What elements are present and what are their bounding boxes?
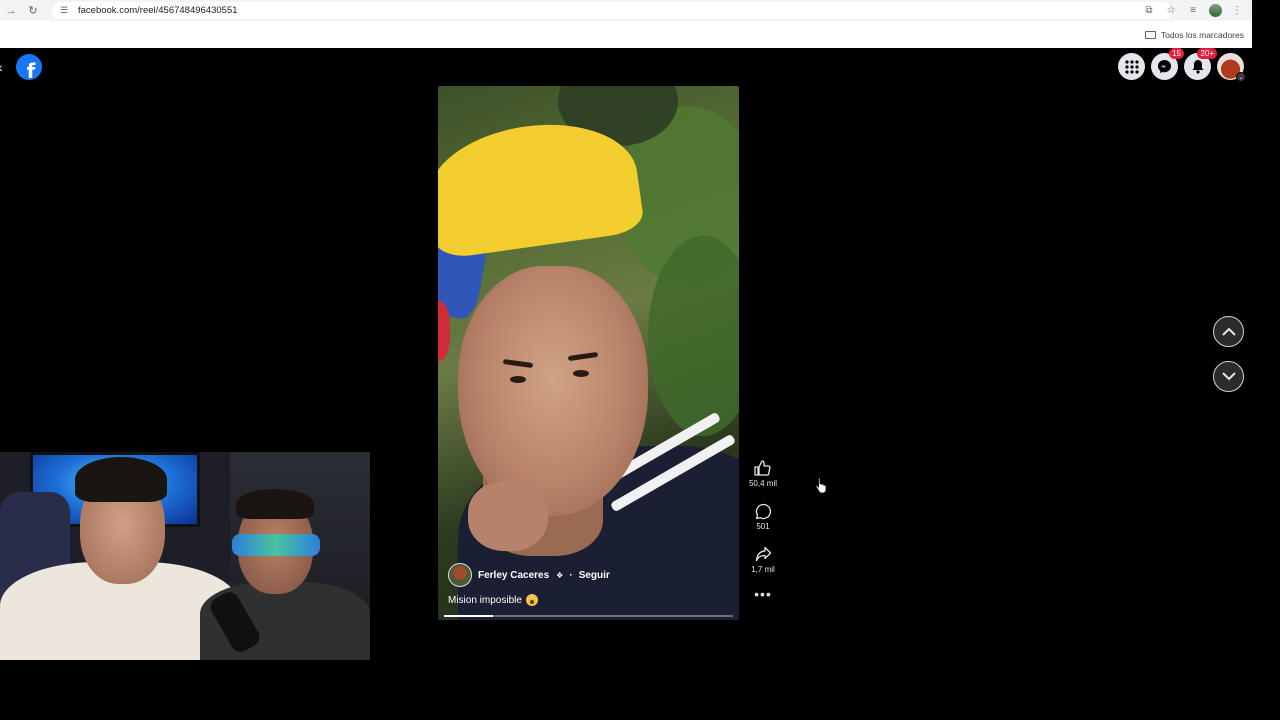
video-progress[interactable] [444,615,733,617]
grid-menu-button[interactable] [1118,53,1145,80]
chevron-down-icon: ⌄ [1236,72,1246,82]
next-reel-button[interactable] [1213,361,1244,392]
video-progress-fill [444,615,494,617]
bookmarks-bar: Todos los marcadores [0,21,1252,48]
verified-icon: ❖ [556,570,564,580]
follow-separator: · [569,569,573,581]
reel-author: Ferley Caceres ❖ · Seguir [448,563,610,587]
star-icon[interactable]: ☆ [1162,2,1180,20]
notifications-badge: 20+ [1197,48,1217,59]
install-app-icon[interactable]: ⧉ [1140,2,1158,20]
url-text[interactable]: facebook.com/reel/456748496430551 [78,5,238,16]
all-bookmarks-folder[interactable]: Todos los marcadores [1144,29,1244,40]
comment-icon [753,501,773,521]
author-name[interactable]: Ferley Caceres [478,570,549,581]
folder-icon [1144,30,1156,39]
reel-video[interactable]: Ferley Caceres ❖ · Seguir Mision imposib… [438,86,739,620]
facebook-header-actions: 15 20+ ⌄ [1118,48,1246,82]
close-reel-icon[interactable]: ‹ [0,59,3,75]
more-options-button[interactable]: ••• [754,587,772,630]
profile-icon[interactable] [1206,2,1224,20]
browser-actions: ⧉ ☆ ≡ ⋮ [1140,0,1252,21]
comment-count: 501 [756,522,770,531]
chevron-up-icon [1221,327,1236,336]
chevron-down-icon [1221,372,1236,381]
more-dots-icon: ••• [754,586,772,602]
notifications-button[interactable]: 20+ [1184,48,1217,80]
share-icon [753,544,773,564]
forward-icon[interactable]: → [0,0,22,21]
facebook-logo[interactable]: f [16,54,42,80]
hand [468,481,548,551]
eye [510,376,526,383]
browser-toolbar: → ↻ ☰ facebook.com/reel/456748496430551 … [0,0,1252,21]
face [458,266,648,516]
grid-menu-icon [1124,59,1139,74]
messenger-badge: 15 [1169,48,1184,59]
reading-list-icon[interactable]: ≡ [1184,2,1202,20]
kebab-menu-icon[interactable]: ⋮ [1228,2,1246,20]
reel-caption: Mision imposible [448,594,538,606]
window-edge [1252,0,1280,48]
thumb-up-icon [753,458,773,478]
messenger-icon [1157,59,1172,74]
share-button[interactable]: 1,7 mil [751,544,775,587]
share-count: 1,7 mil [751,565,775,574]
bookmarks-label: Todos los marcadores [1160,29,1244,40]
messenger-button[interactable]: 15 [1151,48,1184,80]
comment-button[interactable]: 501 [753,501,773,544]
address-bar[interactable]: ☰ facebook.com/reel/456748496430551 [52,2,1172,19]
reload-icon[interactable]: ↻ [22,0,44,21]
account-avatar[interactable]: ⌄ [1217,53,1246,82]
follow-button[interactable]: Seguir [579,570,610,581]
streamer-hair [75,457,167,502]
caption-text: Mision imposible [448,594,522,606]
site-info-icon[interactable]: ☰ [58,5,70,17]
bell-icon [1192,60,1203,74]
previous-reel-button[interactable] [1213,316,1244,347]
eye [573,370,589,377]
reel-actions: 50,4 mil 501 1,7 mil ••• [745,458,781,630]
like-count: 50,4 mil [748,479,777,488]
scream-emoji-icon [525,594,538,606]
guest-sunglasses [232,534,320,556]
pointer-hand-icon [815,478,827,494]
webcam-overlay [0,452,370,660]
author-avatar[interactable] [448,563,472,587]
like-button[interactable]: 50,4 mil [749,458,777,501]
guest-hair [236,489,314,519]
